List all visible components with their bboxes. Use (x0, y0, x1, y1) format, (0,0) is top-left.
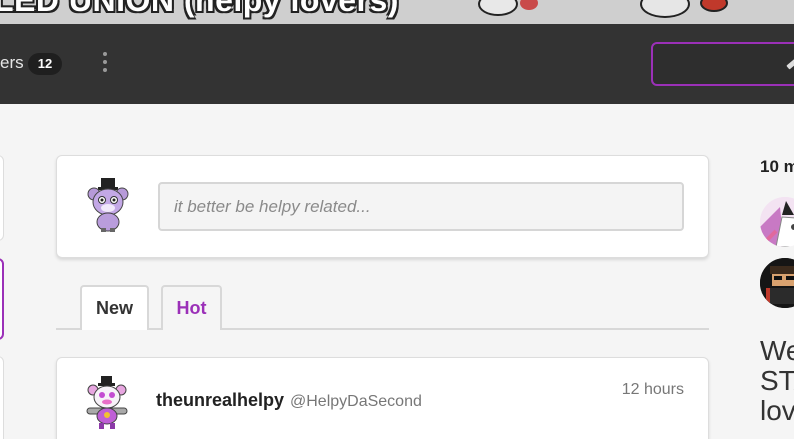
description-line: We (760, 335, 794, 366)
tab-hot[interactable]: Hot (161, 285, 222, 330)
online-members-label: 10 m (760, 157, 794, 176)
members-label[interactable]: ers (0, 53, 24, 73)
post-handle[interactable]: @HelpyDaSecond (290, 393, 422, 411)
community-description: We STA lov (760, 336, 794, 426)
members-count-badge: 12 (28, 53, 62, 75)
description-line: STA (760, 365, 794, 396)
community-banner: LED UNION (helpy lovers) (0, 0, 794, 24)
banner-art (640, 0, 690, 18)
more-options-icon[interactable] (96, 50, 114, 76)
post-username[interactable]: theunrealhelpy (156, 390, 284, 411)
unicorn-avatar-icon (760, 197, 794, 247)
member-avatar[interactable] (760, 258, 794, 308)
banner-art (700, 0, 728, 12)
community-title: LED UNION (helpy lovers) (0, 0, 399, 18)
banner-art (478, 0, 518, 16)
left-sidebar-card-active[interactable] (0, 258, 4, 340)
create-post-button[interactable] (651, 42, 794, 86)
funtime-helpy-avatar-icon[interactable] (81, 376, 133, 430)
member-avatar[interactable] (760, 197, 794, 247)
post-timestamp: 12 hours (621, 381, 684, 398)
helpy-avatar-icon[interactable] (85, 178, 131, 232)
left-sidebar-card[interactable] (0, 356, 4, 439)
tabs-divider (56, 328, 709, 330)
pencil-icon (786, 55, 794, 70)
tab-new[interactable]: New (80, 285, 149, 330)
post-composer-input[interactable] (158, 182, 684, 231)
description-line: lov (760, 395, 794, 426)
post-card[interactable]: theunrealhelpy @HelpyDaSecond 12 hours (56, 357, 709, 439)
pixel-character-avatar-icon (760, 258, 794, 308)
post-composer (56, 155, 709, 258)
left-sidebar-card[interactable] (0, 155, 4, 241)
banner-art (520, 0, 538, 10)
